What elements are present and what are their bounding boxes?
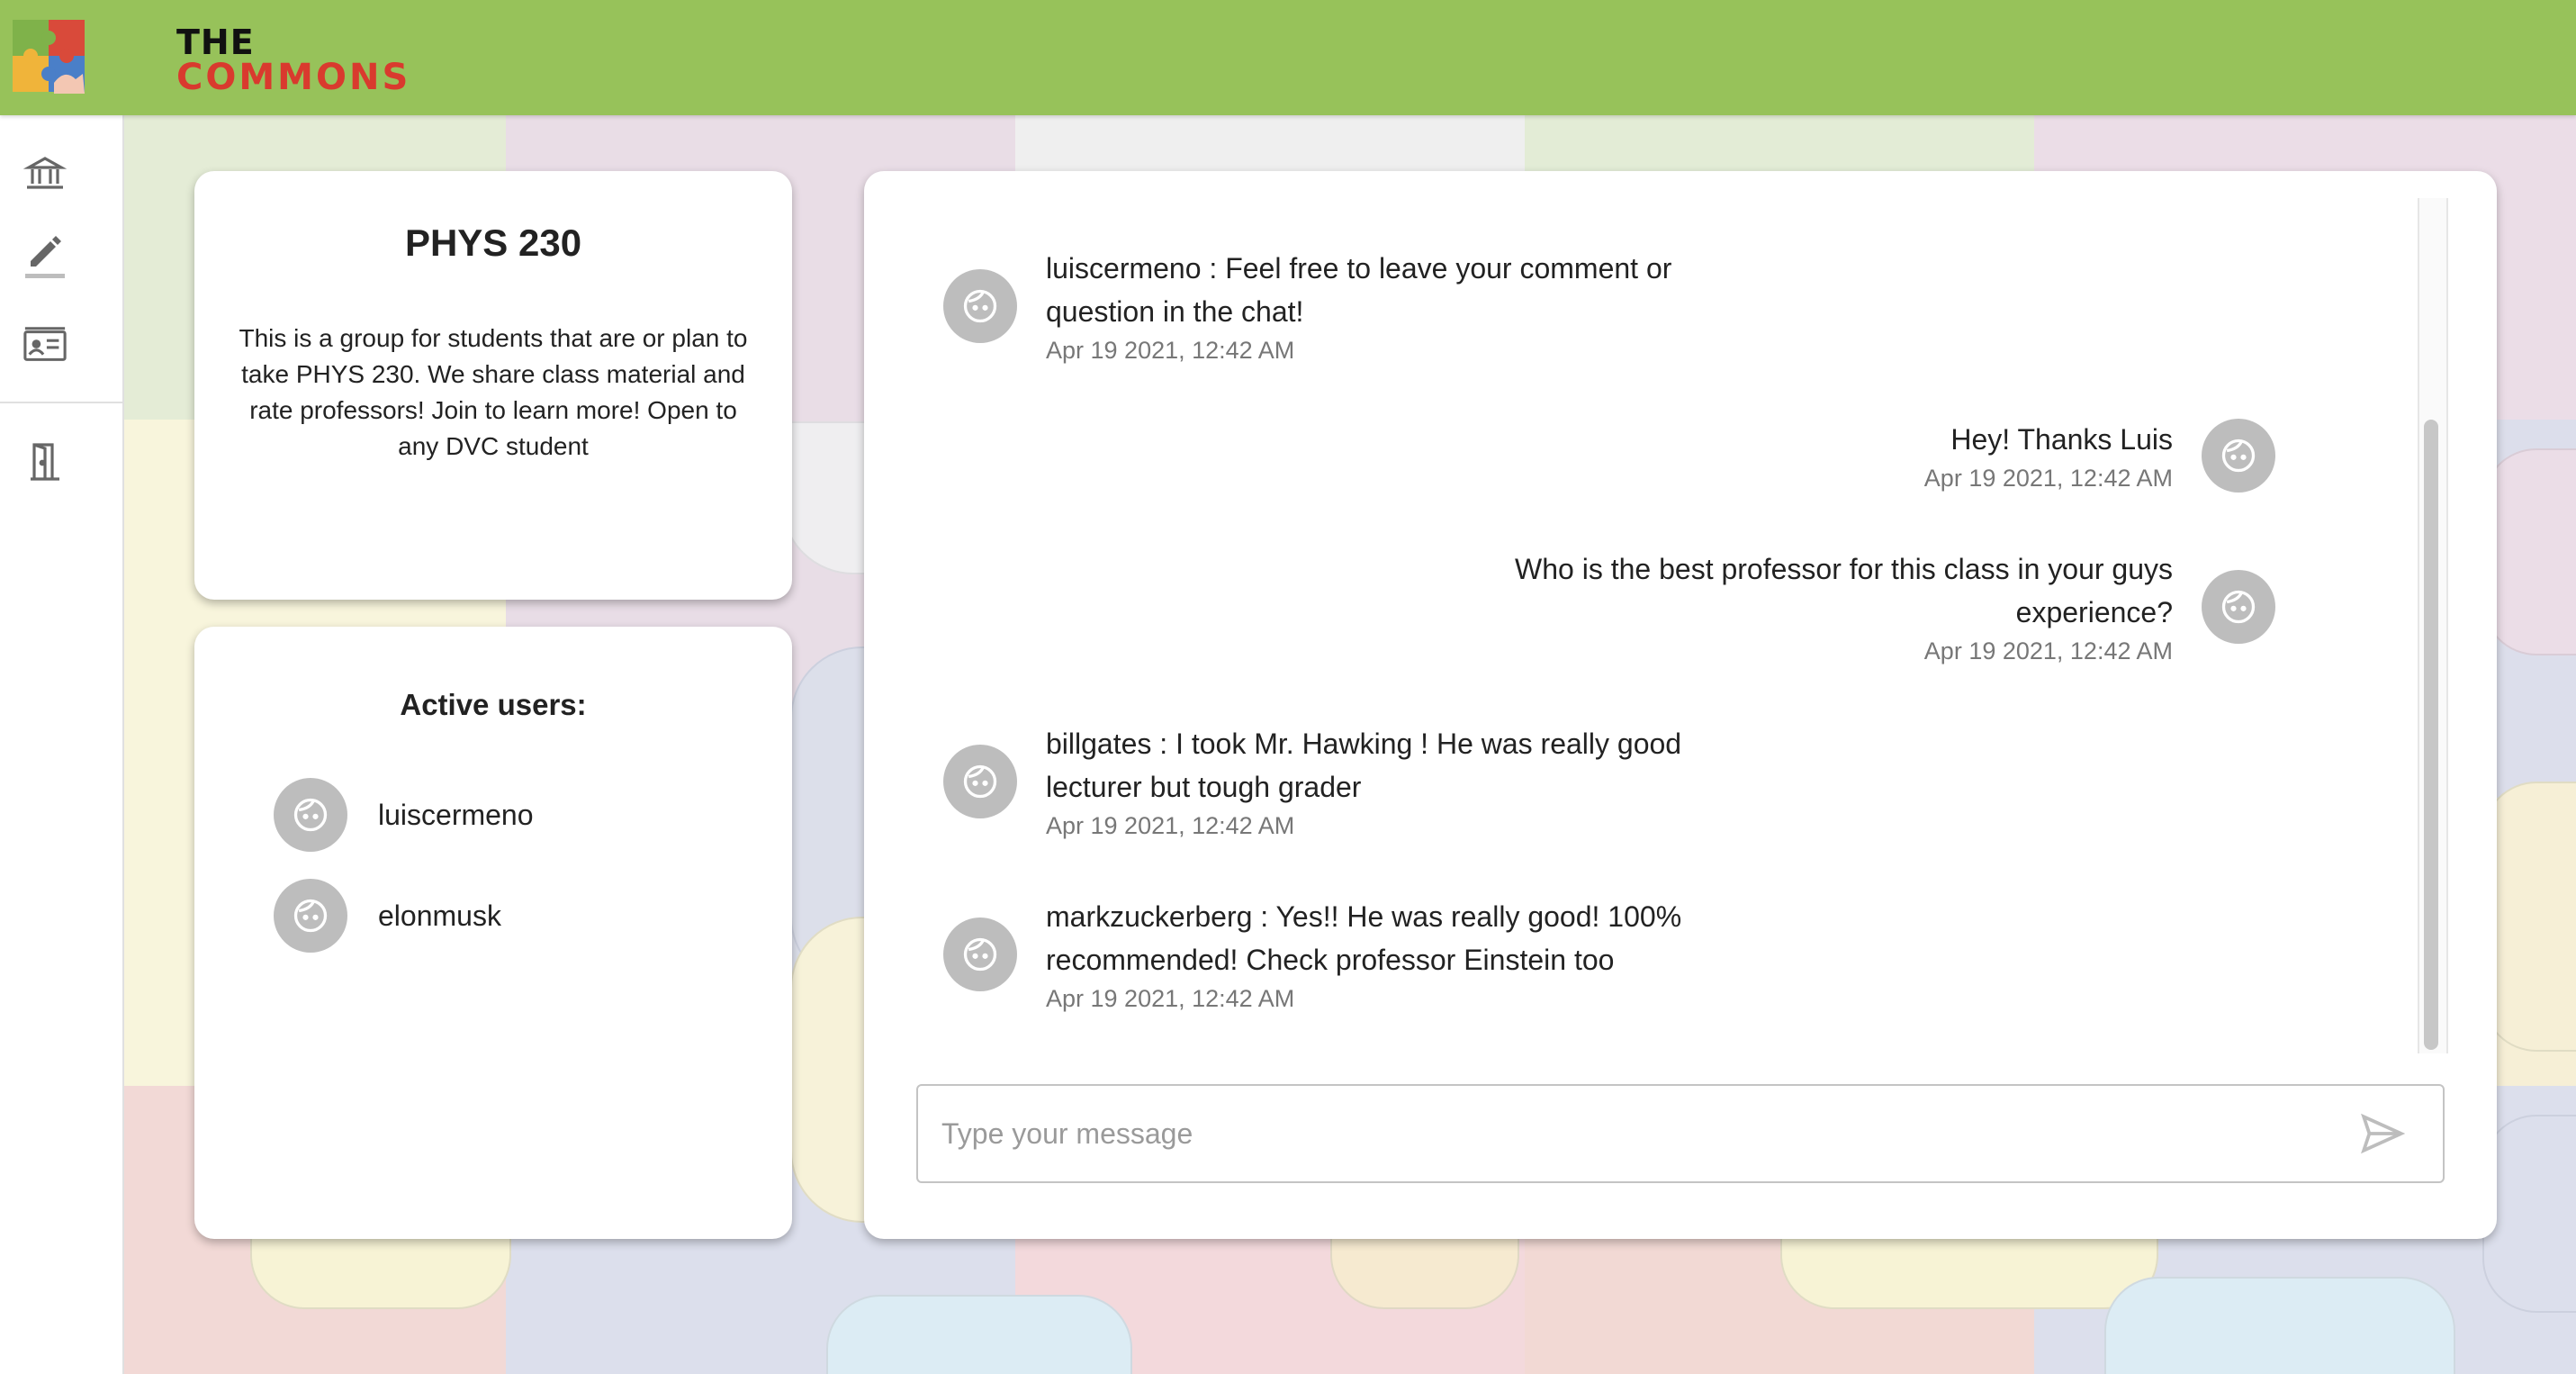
chat-message: Who is the best professor for this class…: [1435, 547, 2275, 665]
face-icon: [963, 764, 997, 798]
id-card-icon: [23, 327, 67, 361]
institution-icon: [23, 157, 67, 189]
message-input[interactable]: [941, 1086, 2328, 1181]
message-bubble: Hey! Thanks Luis Apr 19 2021, 12:42 AM: [1435, 418, 2173, 493]
group-info-card: PHYS 230 This is a group for students th…: [194, 171, 792, 600]
avatar: [274, 879, 347, 953]
top-app-bar: THE COMMONS: [0, 0, 2576, 115]
chat-message: luiscermeno : Feel free to leave your co…: [943, 247, 1694, 365]
brand-logo[interactable]: THE COMMONS: [176, 25, 410, 95]
message-timestamp: Apr 19 2021, 12:42 AM: [1923, 465, 2173, 492]
message-list[interactable]: luiscermeno : Feel free to leave your co…: [864, 198, 2412, 1216]
group-title: PHYS 230: [404, 221, 582, 264]
message-timestamp: Apr 19 2021, 12:42 AM: [1046, 985, 1295, 1012]
active-user-item[interactable]: luiscermeno: [274, 778, 534, 852]
avatar: [274, 778, 347, 852]
face-icon: [2221, 438, 2256, 472]
sidebar-item-edit[interactable]: [20, 229, 70, 279]
sidebar: [0, 115, 124, 1374]
message-timestamp: Apr 19 2021, 12:42 AM: [1923, 637, 2173, 664]
chat-card: luiscermeno : Feel free to leave your co…: [864, 171, 2497, 1239]
send-icon[interactable]: [2360, 1113, 2405, 1154]
bg-knob: [826, 1295, 1132, 1374]
face-icon: [293, 798, 328, 832]
message-bubble: markzuckerberg : Yes!! He was really goo…: [1046, 895, 1694, 1013]
avatar: [2202, 418, 2275, 493]
avatar: [943, 268, 1017, 343]
chat-scrollbar-thumb[interactable]: [2424, 420, 2438, 1050]
message-input-box[interactable]: [916, 1084, 2445, 1183]
active-user-name: luiscermeno: [378, 798, 534, 831]
face-icon: [963, 289, 997, 322]
message-text: Who is the best professor for this class…: [1515, 553, 2173, 628]
message-bubble: Who is the best professor for this class…: [1435, 547, 2173, 665]
face-icon: [963, 937, 997, 971]
message-bubble: luiscermeno : Feel free to leave your co…: [1046, 247, 1694, 365]
message-text: markzuckerberg : Yes!! He was really goo…: [1046, 900, 1682, 976]
active-user-name: elonmusk: [378, 899, 501, 932]
door-icon: [31, 443, 59, 481]
message-text: billgates : I took Mr. Hawking ! He was …: [1046, 728, 1682, 803]
message-text: Hey! Thanks Luis: [1950, 423, 2173, 456]
active-user-item[interactable]: elonmusk: [274, 879, 501, 953]
pencil-icon: [25, 236, 65, 278]
message-bubble: billgates : I took Mr. Hawking ! He was …: [1046, 722, 1694, 840]
sidebar-item-home[interactable]: [20, 148, 70, 198]
face-icon: [293, 899, 328, 933]
chat-message: billgates : I took Mr. Hawking ! He was …: [943, 722, 1694, 840]
message-timestamp: Apr 19 2021, 12:42 AM: [1046, 812, 1295, 839]
message-timestamp: Apr 19 2021, 12:42 AM: [1046, 337, 1295, 364]
bg-knob: [2104, 1277, 2455, 1374]
avatar: [943, 917, 1017, 991]
avatar: [2202, 569, 2275, 644]
sidebar-item-logout[interactable]: [20, 436, 70, 486]
puzzle-logo-icon[interactable]: [13, 20, 86, 94]
group-description: This is a group for students that are or…: [239, 324, 748, 460]
brand-line-1: THE: [176, 23, 255, 62]
sidebar-item-profile[interactable]: [20, 321, 70, 371]
face-icon: [2221, 590, 2256, 623]
chat-message: markzuckerberg : Yes!! He was really goo…: [943, 895, 1694, 1013]
active-users-card: Active users: luiscermeno elonmusk: [194, 627, 792, 1239]
sidebar-divider: [0, 402, 124, 403]
active-users-title: Active users:: [400, 688, 587, 721]
avatar: [943, 744, 1017, 818]
chat-message: Hey! Thanks Luis Apr 19 2021, 12:42 AM: [1435, 418, 2275, 493]
message-text: luiscermeno : Feel free to leave your co…: [1046, 252, 1672, 328]
brand-line-2: COMMONS: [176, 57, 411, 98]
